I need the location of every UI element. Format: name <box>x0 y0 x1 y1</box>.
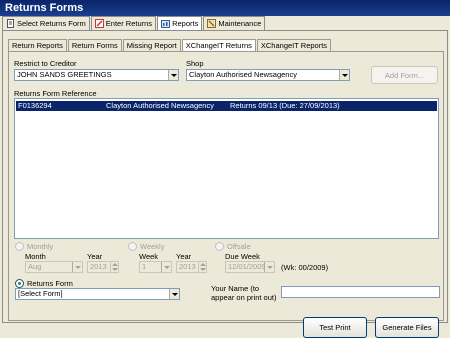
week-number-text: (Wk: 00/2009) <box>281 263 329 272</box>
due-week-select[interactable]: 12/01/2009 <box>225 261 275 273</box>
due-week-value: 12/01/2009 <box>228 262 266 271</box>
your-name-label-line1: Your Name (to <box>211 284 260 293</box>
weekly-label: Weekly <box>140 242 165 251</box>
chevron-down-icon[interactable] <box>161 262 171 272</box>
add-form-button[interactable]: Add Form... <box>371 66 438 84</box>
generate-files-button[interactable]: Generate Files <box>375 317 439 338</box>
shop-value: Clayton Authorised Newsagency <box>189 70 297 79</box>
offsale-label: Offsale <box>227 242 251 251</box>
your-name-input[interactable] <box>281 286 440 298</box>
tab-reports[interactable]: Reports <box>157 16 203 30</box>
document-icon <box>7 19 14 28</box>
your-name-label-line2: appear on print out) <box>211 293 277 302</box>
returns-form-value: [Select Form] <box>18 289 63 298</box>
test-print-button[interactable]: Test Print <box>303 317 367 338</box>
weekly-year-value: 2013 <box>179 262 196 271</box>
main-tab-bar: Select Returns Form Enter Returns Report… <box>2 16 266 30</box>
returns-form-radio[interactable] <box>15 279 24 288</box>
row-ref: F0136294 <box>18 101 52 110</box>
month-value: Aug <box>28 262 42 271</box>
tab-label: Maintenance <box>218 19 262 28</box>
week-select[interactable]: 1 <box>139 261 172 273</box>
spinner-icon[interactable] <box>198 262 206 272</box>
tab-label: Select Returns Form <box>17 19 86 28</box>
chevron-down-icon[interactable] <box>72 262 82 272</box>
shop-label: Shop <box>186 59 204 68</box>
tab-label: Enter Returns <box>105 19 153 28</box>
returns-form-label: Returns Form <box>27 279 73 288</box>
month-label: Month <box>25 252 46 261</box>
list-header: Returns Form Reference <box>14 89 97 98</box>
tab-label: Reports <box>172 19 199 28</box>
edit-icon <box>94 19 104 28</box>
report-icon <box>161 20 171 28</box>
monthly-year-value: 2013 <box>90 262 107 271</box>
due-week-label: Due Week <box>225 252 260 261</box>
weekly-year-label: Year <box>176 252 192 261</box>
monthly-year-label: Year <box>87 252 103 261</box>
creditor-label: Restrict to Creditor <box>14 59 77 68</box>
spinner-icon[interactable] <box>110 262 118 272</box>
tools-icon <box>207 19 217 28</box>
chevron-down-icon[interactable] <box>264 262 274 272</box>
tab-enter-returns[interactable]: Enter Returns <box>90 16 157 30</box>
chevron-down-icon[interactable] <box>169 289 179 299</box>
row-desc: Returns 09/13 (Due: 27/09/2013) <box>230 101 340 110</box>
tab-maintenance[interactable]: Maintenance <box>203 16 266 30</box>
tab-select-returns-form[interactable]: Select Returns Form <box>2 16 90 30</box>
week-value: 1 <box>142 262 147 271</box>
chevron-down-icon[interactable] <box>339 70 349 80</box>
weekly-year-stepper[interactable]: 2013 <box>176 261 207 273</box>
row-shop: Clayton Authorised Newsagency <box>106 101 214 110</box>
returns-form-select[interactable]: [Select Form] <box>15 288 180 300</box>
window-title: Returns Forms <box>0 0 450 16</box>
offsale-radio[interactable] <box>215 242 224 251</box>
list-item[interactable]: F0136294 Clayton Authorised Newsagency R… <box>16 101 437 111</box>
returns-form-list[interactable]: F0136294 Clayton Authorised Newsagency R… <box>14 98 439 239</box>
monthly-year-stepper[interactable]: 2013 <box>87 261 119 273</box>
monthly-radio[interactable] <box>15 242 24 251</box>
xchangeit-returns-panel: Restrict to Creditor JOHN SANDS GREETING… <box>8 51 444 338</box>
monthly-label: Monthly <box>27 242 54 251</box>
creditor-value: JOHN SANDS GREETINGS <box>17 70 112 79</box>
shop-select[interactable]: Clayton Authorised Newsagency <box>186 69 350 81</box>
weekly-radio[interactable] <box>128 242 137 251</box>
week-label: Week <box>139 252 159 261</box>
creditor-select[interactable]: JOHN SANDS GREETINGS <box>14 69 179 81</box>
chevron-down-icon[interactable] <box>168 70 178 80</box>
month-select[interactable]: Aug <box>25 261 83 273</box>
reports-panel: Return Reports Return Forms Missing Repo… <box>2 30 448 338</box>
